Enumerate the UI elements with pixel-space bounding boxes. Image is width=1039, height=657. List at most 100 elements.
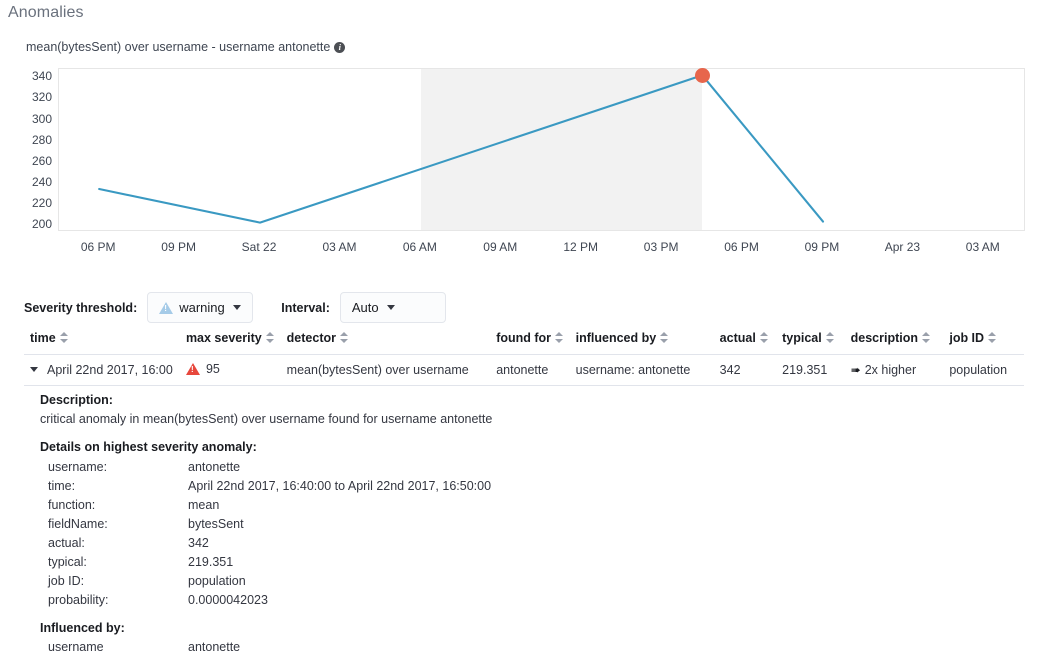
column-label: actual: [720, 331, 756, 345]
column-header-time[interactable]: time: [24, 327, 180, 355]
warning-triangle-icon: [159, 302, 173, 314]
cell-description: ➠ 2x higher: [845, 355, 944, 386]
column-header-typical[interactable]: typical: [776, 327, 845, 355]
y-tick-label: 300: [4, 112, 52, 126]
column-header-max-severity[interactable]: max severity: [180, 327, 281, 355]
cell-description-text: 2x higher: [865, 363, 916, 377]
y-axis: 200220240260280300320340: [0, 68, 52, 231]
interval-value: Auto: [352, 300, 379, 315]
severity-threshold-select[interactable]: warning: [147, 292, 253, 323]
x-tick-label: Sat 22: [242, 240, 277, 254]
sort-icon[interactable]: [660, 332, 668, 343]
detail-field: typical:219.351: [40, 553, 840, 572]
series-line: [59, 69, 1024, 230]
detail-field-key: probability:: [40, 591, 188, 610]
detail-field-key: fieldName:: [40, 515, 188, 534]
cell-typical: 219.351: [776, 355, 845, 386]
info-icon[interactable]: i: [334, 42, 345, 53]
detail-field-key: time:: [40, 477, 188, 496]
detail-field: username:antonette: [40, 458, 840, 477]
influenced-by-heading: Influenced by:: [40, 621, 840, 635]
cell-time-text: April 22nd 2017, 16:00: [47, 363, 173, 377]
y-tick-label: 220: [4, 196, 52, 210]
plot-area[interactable]: [58, 68, 1025, 231]
cell-influenced-by: username: antonette: [570, 355, 714, 386]
y-tick-label: 320: [4, 90, 52, 104]
cell-max-severity: 95: [180, 355, 281, 386]
detail-field-list: username:antonettetime:April 22nd 2017, …: [40, 458, 840, 610]
detail-field-value: population: [188, 572, 246, 591]
detail-field-value: antonette: [188, 458, 240, 477]
chart-caption: mean(bytesSent) over username - username…: [26, 40, 345, 54]
column-header-found-for[interactable]: found for: [490, 327, 569, 355]
detail-field-value: bytesSent: [188, 515, 244, 534]
sort-icon[interactable]: [760, 332, 768, 343]
x-tick-label: 03 AM: [322, 240, 356, 254]
detail-field-key: job ID:: [40, 572, 188, 591]
table-head: time max severity detector found for inf…: [24, 327, 1024, 355]
severity-threshold-label: Severity threshold:: [24, 301, 137, 315]
sort-icon[interactable]: [266, 332, 274, 343]
cell-job-id: population: [943, 355, 1024, 386]
column-label: time: [30, 331, 56, 345]
detail-field-value: mean: [188, 496, 219, 515]
detail-field: function:mean: [40, 496, 840, 515]
table-row[interactable]: April 22nd 2017, 16:00 95 mean(bytesSent…: [24, 355, 1024, 386]
cell-found-for: antonette: [490, 355, 569, 386]
x-tick-label: 09 PM: [161, 240, 196, 254]
sort-icon[interactable]: [922, 332, 930, 343]
sort-icon[interactable]: [60, 332, 68, 343]
influenced-field-list: usernameantonette: [40, 638, 840, 657]
page-title: Anomalies: [8, 4, 84, 22]
table-header-row: time max severity detector found for inf…: [24, 327, 1024, 355]
interval-select[interactable]: Auto: [340, 292, 446, 323]
sort-icon[interactable]: [340, 332, 348, 343]
cell-actual: 342: [714, 355, 776, 386]
column-header-detector[interactable]: detector: [281, 327, 491, 355]
sort-icon[interactable]: [988, 332, 996, 343]
details-heading: Details on highest severity anomaly:: [40, 440, 840, 454]
y-tick-label: 340: [4, 69, 52, 83]
severity-threshold-value: warning: [179, 300, 225, 315]
anomaly-detail-panel: Description: critical anomaly in mean(by…: [40, 393, 840, 657]
column-header-job-id[interactable]: job ID: [943, 327, 1024, 355]
arrow-up-icon: ➠: [851, 363, 861, 377]
detail-field-key: function:: [40, 496, 188, 515]
sort-icon[interactable]: [826, 332, 834, 343]
row-expand-toggle-icon[interactable]: [30, 367, 38, 372]
detail-field-key: actual:: [40, 534, 188, 553]
chevron-down-icon: [233, 305, 241, 310]
anomalies-panel: Anomalies mean(bytesSent) over username …: [0, 0, 1039, 657]
column-header-actual[interactable]: actual: [714, 327, 776, 355]
sort-icon[interactable]: [555, 332, 563, 343]
detail-field-value: April 22nd 2017, 16:40:00 to April 22nd …: [188, 477, 491, 496]
description-heading: Description:: [40, 393, 840, 407]
y-tick-label: 280: [4, 133, 52, 147]
anomaly-marker[interactable]: [695, 68, 710, 83]
y-tick-label: 240: [4, 175, 52, 189]
cell-detector: mean(bytesSent) over username: [281, 355, 491, 386]
chart-plot-wrap: 200220240260280300320340 06 PM09 PMSat 2…: [0, 68, 1039, 300]
detail-field: fieldName:bytesSent: [40, 515, 840, 534]
anomalies-table: time max severity detector found for inf…: [24, 327, 1024, 386]
detail-field-value: 0.0000042023: [188, 591, 268, 610]
cell-time: April 22nd 2017, 16:00: [24, 355, 180, 386]
column-label: description: [851, 331, 918, 345]
column-label: influenced by: [576, 331, 657, 345]
column-header-influenced-by[interactable]: influenced by: [570, 327, 714, 355]
column-label: found for: [496, 331, 551, 345]
column-header-description[interactable]: description: [845, 327, 944, 355]
detail-field-value: 219.351: [188, 553, 233, 572]
x-tick-label: 06 PM: [724, 240, 759, 254]
x-tick-label: 12 PM: [563, 240, 598, 254]
cell-max-severity-text: 95: [206, 362, 220, 376]
detail-field-key: typical:: [40, 553, 188, 572]
detail-field-key: username: [40, 638, 188, 657]
chart-controls: Severity threshold: warning Interval: Au…: [24, 292, 446, 323]
critical-triangle-icon: [186, 363, 200, 375]
detail-field: usernameantonette: [40, 638, 840, 657]
x-tick-label: Apr 23: [885, 240, 920, 254]
x-tick-label: 06 AM: [403, 240, 437, 254]
y-tick-label: 260: [4, 154, 52, 168]
table-body: April 22nd 2017, 16:00 95 mean(bytesSent…: [24, 355, 1024, 386]
